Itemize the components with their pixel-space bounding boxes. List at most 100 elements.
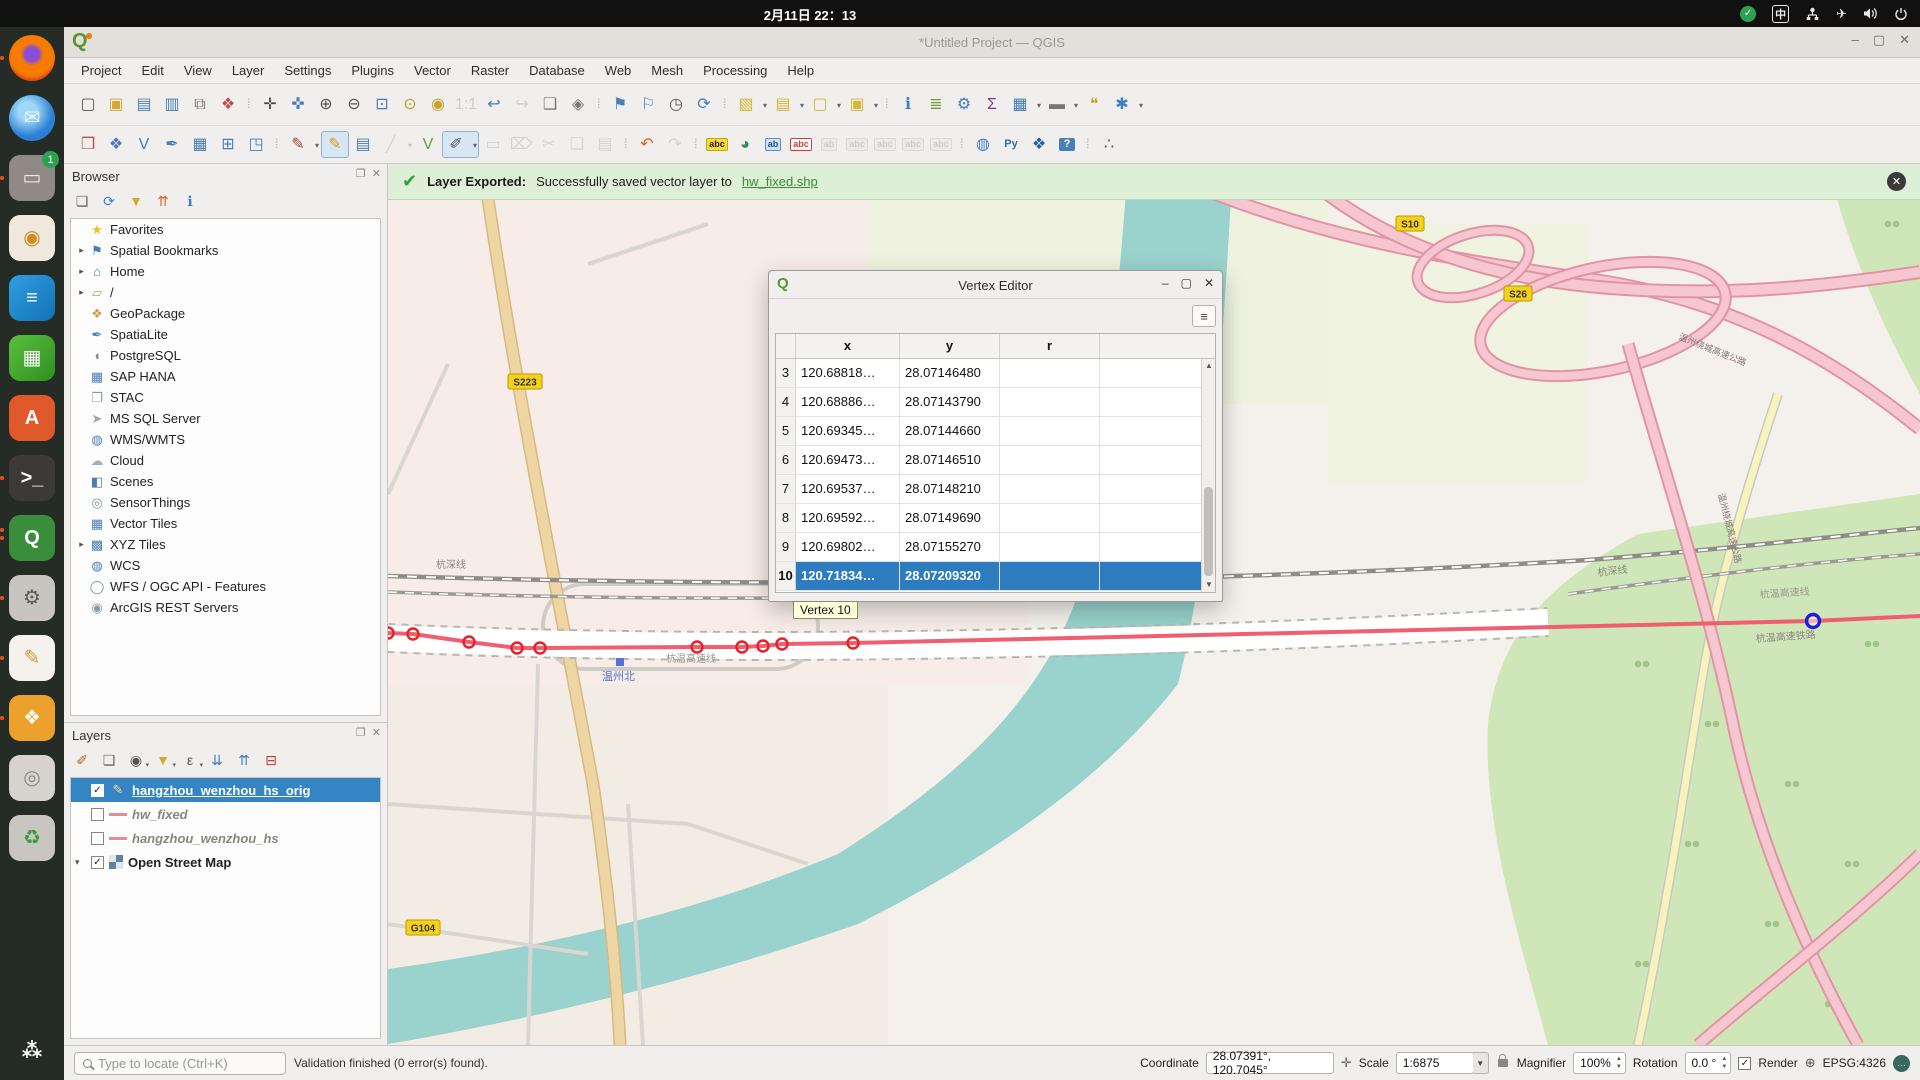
dock-firefox[interactable]: [9, 35, 55, 81]
crs-globe-icon[interactable]: ⊕: [1805, 1055, 1816, 1071]
zoom-to-selection[interactable]: ⊙: [396, 91, 424, 118]
quickmapservices[interactable]: ❖: [1025, 131, 1053, 158]
processing-toolbox[interactable]: ⚙: [950, 91, 978, 118]
select-by-form[interactable]: ▤: [769, 91, 806, 118]
modify-attributes[interactable]: ▭: [479, 131, 507, 158]
browser-item-wms-wmts[interactable]: ◍ WMS/WMTS: [71, 429, 380, 450]
new-map-view[interactable]: ◈: [564, 91, 592, 118]
layer-item-open-street-map[interactable]: ▾ ✓ Open Street Map: [71, 850, 380, 874]
zoom-to-layer[interactable]: ◉: [424, 91, 452, 118]
menu-item[interactable]: Web: [596, 60, 641, 81]
browser-item-root[interactable]: ▸ ▱ /: [71, 282, 380, 303]
copy-features[interactable]: ❏: [563, 131, 591, 158]
zoom-last[interactable]: ↩: [480, 91, 508, 118]
network-icon[interactable]: [1805, 7, 1820, 21]
vertex-x-value[interactable]: 120.68886…: [796, 388, 900, 416]
dock-libreoffice-draw[interactable]: ❖: [9, 695, 55, 741]
dock-disks[interactable]: ◎: [9, 755, 55, 801]
dock-show-apps[interactable]: ⁂: [9, 1028, 55, 1074]
paste-features[interactable]: ▤: [591, 131, 619, 158]
metasearch[interactable]: ◍: [969, 131, 997, 158]
input-method-icon[interactable]: 中: [1772, 5, 1789, 23]
menu-item[interactable]: Mesh: [642, 60, 692, 81]
vertex-x-value[interactable]: 120.69345…: [796, 417, 900, 445]
vertex-x-value[interactable]: 120.69537…: [796, 475, 900, 503]
browser-float-button[interactable]: ❐: [356, 167, 366, 180]
current-edits[interactable]: ✎: [284, 131, 321, 158]
column-header-x[interactable]: x: [796, 334, 900, 358]
redo[interactable]: ↷: [661, 131, 689, 158]
magnifier-spinner[interactable]: 100%: [1573, 1052, 1626, 1074]
message-close-button[interactable]: ✕: [1887, 172, 1906, 191]
select-by-expression[interactable]: ▣: [843, 91, 880, 118]
filter-legend[interactable]: ▼: [151, 749, 175, 771]
remove-layer[interactable]: ⊟: [259, 749, 283, 771]
browser-item-favorites[interactable]: ★ Favorites: [71, 219, 380, 240]
zoom-out[interactable]: ⊖: [340, 91, 368, 118]
vertex-row[interactable]: 7 120.69537… 28.07148210: [776, 475, 1201, 504]
power-icon[interactable]: [1894, 7, 1908, 21]
check-geometries[interactable]: ∴: [1095, 131, 1123, 158]
data-source-manager[interactable]: ❒: [74, 131, 102, 158]
dock-libreoffice-writer[interactable]: ≡: [9, 275, 55, 321]
menu-item[interactable]: Help: [778, 60, 823, 81]
filter-browser[interactable]: ▼: [124, 190, 148, 212]
browser-item-xyz-tiles[interactable]: ▸ ▩ XYZ Tiles: [71, 534, 380, 555]
scroll-up-icon[interactable]: ▲: [1202, 359, 1216, 373]
browser-item-spatial-bookmarks[interactable]: ▸ ⚑ Spatial Bookmarks: [71, 240, 380, 261]
refresh-browser[interactable]: ⟳: [97, 190, 121, 212]
pan-to-selection[interactable]: ✜: [284, 91, 312, 118]
change-label[interactable]: abc: [927, 131, 955, 158]
zoom-native[interactable]: 1:1: [452, 91, 480, 118]
vertex-x-value[interactable]: 120.68818…: [796, 359, 900, 387]
dock-terminal[interactable]: >_: [9, 455, 55, 501]
show-layout-manager[interactable]: ⧉: [186, 91, 214, 118]
browser-item-vector-tiles[interactable]: ▦ Vector Tiles: [71, 513, 380, 534]
new-project[interactable]: ▢: [74, 91, 102, 118]
layers-float-button[interactable]: ❐: [356, 726, 366, 739]
undo[interactable]: ↶: [633, 131, 661, 158]
select-features[interactable]: ▧: [732, 91, 769, 118]
rotation-spinner[interactable]: 0.0 °: [1685, 1052, 1732, 1074]
dock-files[interactable]: ▭ 1: [9, 155, 55, 201]
rotate-label[interactable]: abc: [899, 131, 927, 158]
attribute-table[interactable]: ▦: [1006, 91, 1043, 118]
new-shapefile-layer[interactable]: V: [130, 131, 158, 158]
new-geopackage-layer[interactable]: ❖: [102, 131, 130, 158]
browser-item-postgresql[interactable]: ◖ PostgreSQL: [71, 345, 380, 366]
map-canvas[interactable]: S223 G104 S26 S10 杭深线 杭深线 杭温高速线 杭温高速线 杭温…: [388, 164, 1920, 1045]
manage-map-themes[interactable]: ◉: [124, 749, 148, 771]
help-contents[interactable]: ?: [1053, 131, 1081, 158]
vertex-x-value[interactable]: 120.69473…: [796, 446, 900, 474]
vertex-row[interactable]: 10 120.71834… 28.07209320: [776, 562, 1201, 591]
digitize-with-segment[interactable]: ╱: [377, 131, 414, 158]
browser-item-wfs[interactable]: ◯ WFS / OGC API - Features: [71, 576, 380, 597]
tree-expander-icon[interactable]: ▸: [75, 245, 88, 256]
layer-checkbox[interactable]: [91, 832, 104, 845]
vertex-r-value[interactable]: [1000, 504, 1100, 532]
vertex-x-value[interactable]: 120.69592…: [796, 504, 900, 532]
vertex-y-value[interactable]: 28.07146480: [900, 359, 1000, 387]
volume-icon[interactable]: [1863, 7, 1878, 20]
render-checkbox[interactable]: ✓: [1738, 1057, 1751, 1070]
new-spatialite-layer[interactable]: ✒: [158, 131, 186, 158]
add-group[interactable]: ❏: [97, 749, 121, 771]
new-mesh-layer[interactable]: ▦: [186, 131, 214, 158]
crs-value[interactable]: EPSG:4326: [1823, 1056, 1886, 1070]
vertex-editor-close-button[interactable]: ✕: [1204, 276, 1214, 290]
move-label[interactable]: abc: [871, 131, 899, 158]
save-layer-edits[interactable]: ▤: [349, 131, 377, 158]
layer-diagram[interactable]: ◕: [731, 131, 759, 158]
scroll-down-icon[interactable]: ▼: [1202, 578, 1216, 592]
vertex-row[interactable]: 9 120.69802… 28.07155270: [776, 533, 1201, 562]
coordinate-extents-icon[interactable]: ✛: [1341, 1055, 1352, 1071]
vertex-editor-maximize-button[interactable]: ▢: [1181, 276, 1192, 290]
layer-expander-icon[interactable]: ▾: [75, 857, 86, 868]
menu-item[interactable]: Settings: [275, 60, 340, 81]
highlight-pinned-labels[interactable]: abc: [787, 131, 815, 158]
vertex-editor-minimize-button[interactable]: –: [1162, 276, 1169, 290]
vertex-y-value[interactable]: 28.07143790: [900, 388, 1000, 416]
airplane-mode-icon[interactable]: ✈: [1836, 6, 1847, 22]
window-titlebar[interactable]: Q *Untitled Project — QGIS – ▢ ✕: [64, 27, 1920, 58]
layer-item-hangzhou-wenzhou-hs-orig[interactable]: ✓ ✎ hangzhou_wenzhou_hs_orig: [71, 778, 380, 802]
